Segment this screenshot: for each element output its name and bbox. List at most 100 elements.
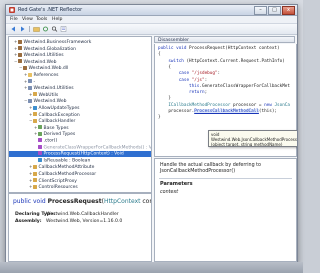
- code-line: case "/jsdebug":: [158, 71, 220, 77]
- signature-token: context);: [142, 198, 151, 205]
- code-line: case "/js":: [158, 78, 207, 84]
- code-token: switch: [158, 58, 187, 64]
- asm-icon: [23, 65, 27, 70]
- ns-icon: [28, 98, 32, 103]
- code-line: ICallbackMethodProcessor processor = new…: [158, 103, 290, 109]
- tree-item-label: ControlResources: [38, 185, 78, 191]
- tree-item-label: IsReusable : Boolean: [43, 158, 91, 164]
- open-icon[interactable]: [33, 26, 40, 32]
- tree-item[interactable]: IsReusable : Boolean: [9, 157, 151, 164]
- code-token: (HttpContext.Current.Request.PathInfo): [186, 58, 285, 64]
- member-tooltip: void Westwind.Web.JsonCallbackMethodProce…: [208, 130, 297, 147]
- tree-item[interactable]: + ControlResources: [9, 184, 151, 191]
- tree-item[interactable]: − Westwind.Web: [9, 98, 151, 104]
- tree-item[interactable]: − Westwind.Web: [9, 59, 151, 65]
- refresh-icon[interactable]: [42, 26, 49, 32]
- code-line: this.GenerateClassWrapperForCallbackMet: [158, 84, 290, 90]
- code-token: case: [158, 77, 192, 83]
- minimize-button[interactable]: –: [254, 6, 267, 15]
- tree-item[interactable]: + AllowUpdateTypes: [9, 105, 151, 111]
- tree-item[interactable]: + References: [9, 72, 151, 78]
- tree-item[interactable]: + CallbackMethodAttribute: [9, 164, 151, 171]
- tree-item[interactable]: + -: [9, 79, 151, 85]
- tree-item-label: ClientScriptProxy: [38, 178, 77, 184]
- maximize-button[interactable]: □: [268, 6, 281, 15]
- code-token: return: [158, 90, 205, 96]
- tree-item[interactable]: + CallbackException: [9, 112, 151, 118]
- code-link[interactable]: ProcessCallbackMethodCall: [194, 109, 259, 114]
- menu-tools[interactable]: Tools: [36, 17, 47, 22]
- tree-item-label: CallbackMethodProcessor: [38, 172, 97, 177]
- folder-icon: [28, 72, 32, 77]
- menu-bar: File View Tools Help: [6, 16, 297, 24]
- menu-file[interactable]: File: [10, 17, 18, 22]
- tree-item[interactable]: + WebUtils: [9, 92, 151, 98]
- tree-item-label: Westwind.Web.dll: [28, 66, 69, 72]
- method-icon: [38, 151, 42, 156]
- method-icon: [38, 138, 42, 142]
- tree-item[interactable]: .ctor(): [9, 138, 151, 144]
- tree-item[interactable]: − CallbackHandler: [9, 118, 151, 125]
- tree-item[interactable]: + CallbackMethodProcessor: [9, 171, 151, 177]
- disassemble-icon[interactable]: [60, 26, 67, 32]
- assembly-value: Westwind.Web, Version=1.16.0.0: [46, 219, 123, 224]
- tree-item-label: WebUtils: [38, 92, 59, 98]
- code-line: }: [158, 115, 161, 121]
- code-token: new: [264, 102, 275, 108]
- asm-icon: [18, 59, 22, 64]
- ns-icon: [28, 79, 32, 84]
- assembly-browser-tree[interactable]: + Westwind.BusinessFramework + Westwind.Glo…: [8, 36, 152, 193]
- close-button[interactable]: x: [282, 6, 295, 15]
- doc-summary-line-2: JsonCallbackMethodProcessor(): [160, 169, 236, 174]
- class-icon: [33, 92, 37, 97]
- tree-item[interactable]: + Westwind.Globalization: [9, 46, 151, 52]
- base-icon: [38, 131, 42, 136]
- tree-item[interactable]: + Westwind.Utilities: [9, 52, 151, 58]
- tree-item[interactable]: + Westwind.Utilities: [9, 85, 151, 91]
- tree-item[interactable]: + Westwind.BusinessFramework: [9, 39, 151, 45]
- tree-item[interactable]: + Base Types: [9, 125, 151, 131]
- tree-item[interactable]: − Westwind.Web.dll: [9, 65, 151, 72]
- signature-token: public: [13, 198, 33, 205]
- tree-item-label: CallbackMethodAttribute: [38, 165, 95, 171]
- code-line: public void ProcessRequest(HttpContext c…: [158, 46, 280, 52]
- toolbar-separator: [29, 26, 30, 32]
- member-details-pane: public void ProcessRequest(HttpContext c…: [8, 193, 152, 262]
- forward-icon[interactable]: [19, 26, 26, 32]
- class-icon: [33, 118, 37, 123]
- tree-item-label: Westwind.BusinessFramework: [23, 40, 92, 45]
- tree-item-label: GenerateClassWrapperForCallbackMethods()…: [43, 145, 152, 151]
- tree-item-label: CallbackHandler: [38, 119, 76, 125]
- code-token: (this);: [258, 109, 278, 114]
- code-token: {: [158, 64, 171, 70]
- code-token: case: [158, 71, 192, 77]
- tree-item[interactable]: GenerateClassWrapperForCallbackMethods()…: [9, 144, 152, 151]
- code-token: this: [158, 83, 200, 89]
- tree-item-label: -: [33, 79, 36, 85]
- asm-icon: [18, 52, 22, 57]
- menu-view[interactable]: View: [22, 17, 33, 22]
- signature-token: void: [32, 198, 48, 205]
- doc-parameters-header: Parameters: [160, 181, 193, 187]
- title-bar[interactable]: Red Gate's .NET Reflector – □ x: [6, 5, 297, 16]
- tree-item-label: Base Types: [43, 125, 69, 131]
- tree-item[interactable]: ProcessRequest(HttpContext) : Void: [9, 151, 151, 158]
- tree-item[interactable]: + Derived Types: [9, 131, 151, 138]
- base-icon: [38, 125, 42, 130]
- code-line: {: [158, 52, 161, 58]
- search-icon[interactable]: [51, 26, 58, 32]
- code-token: ;: [204, 90, 208, 96]
- window-title: Red Gate's .NET Reflector: [18, 7, 83, 13]
- method-signature: public void ProcessRequest(HttpContext c…: [13, 198, 151, 205]
- tree-item[interactable]: + ClientScriptProxy: [9, 178, 151, 184]
- ns-icon: [28, 85, 32, 90]
- code-token: JsonCa: [274, 102, 290, 108]
- code-token: ICallbackMethodProcessor: [158, 102, 234, 108]
- tree-item-label: Derived Types: [43, 132, 76, 138]
- menu-help[interactable]: Help: [52, 17, 62, 22]
- back-icon[interactable]: [10, 26, 17, 32]
- doc-parameter-name: context: [160, 190, 179, 195]
- code-line: switch (HttpContext.Current.Request.Path…: [158, 58, 285, 65]
- class-icon: [33, 178, 37, 183]
- signature-token: ProcessRequest: [47, 198, 102, 205]
